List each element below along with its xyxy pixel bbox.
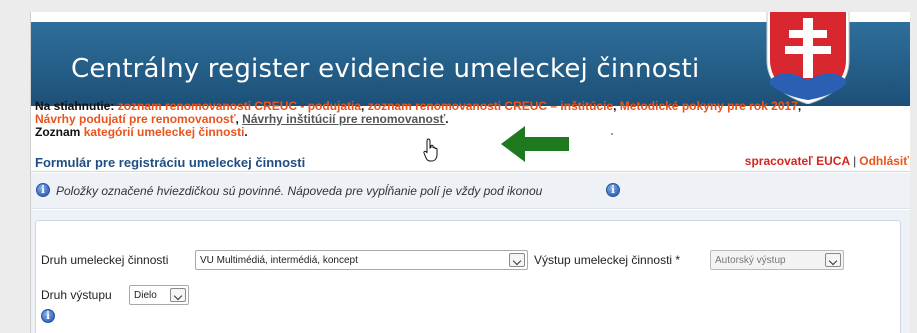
vystup-cinnosti-value: Autorský výstup <box>715 255 786 266</box>
link-navrhy-podujati[interactable]: Návrhy podujatí pre renomovanosť <box>35 112 235 126</box>
downloads-prefix: Na stiahnutie: <box>35 99 115 113</box>
druh-cinnosti-label: Druh umeleckej činnosti <box>41 253 169 267</box>
link-kategorie[interactable]: kategórií umeleckej činnosti <box>84 125 245 139</box>
page: Centrálny register evidencie umeleckej č… <box>30 12 910 333</box>
link-renomovanost-institucie[interactable]: zoznam renomovanosti CREUC – inštitúcie <box>368 99 613 113</box>
downloads-separator: , <box>361 99 365 113</box>
list-end: . <box>244 125 248 139</box>
druh-cinnosti-select[interactable]: VU Multimédiá, intermédiá, koncept <box>195 250 528 270</box>
decorative-dot <box>611 133 613 135</box>
druh-vystupu-label: Druh výstupu <box>41 288 112 302</box>
vystup-cinnosti-select[interactable]: Autorský výstup <box>710 250 844 270</box>
druh-cinnosti-value: VU Multimédiá, intermédiá, koncept <box>200 255 358 266</box>
downloads-separator: , <box>235 112 239 126</box>
info-icon[interactable]: i <box>606 183 620 197</box>
druh-vystupu-value: Dielo <box>134 290 157 301</box>
downloads-separator: , <box>613 99 617 113</box>
downloads-separator: , <box>797 99 802 113</box>
user-links: spracovateľ EUCA | Odhlásiť <box>745 154 909 168</box>
form-title: Formulár pre registráciu umeleckej činno… <box>35 155 306 170</box>
info-icon[interactable]: i <box>41 309 55 323</box>
info-text: Položky označené hviezdičkou sú povinné.… <box>56 184 543 198</box>
downloads-block: Na stiahnutie: zoznam renomovanosti CREU… <box>35 100 910 139</box>
info-icon[interactable]: i <box>36 183 50 197</box>
form-fieldset: Druh umeleckej činnosti VU Multimédiá, i… <box>35 220 901 333</box>
chevron-down-icon[interactable] <box>170 288 186 302</box>
page-title: Centrálny register evidencie umeleckej č… <box>71 54 700 84</box>
slovak-coat-of-arms-icon <box>766 12 850 104</box>
form-header: Formulár pre registráciu umeleckej činno… <box>31 152 910 172</box>
list-prefix: Zoznam <box>35 125 81 139</box>
chevron-down-icon[interactable] <box>825 253 841 267</box>
user-links-separator: | <box>853 154 857 168</box>
druh-vystupu-select[interactable]: Dielo <box>129 285 189 305</box>
link-renomovanost-podujatia[interactable]: zoznam renomovanosti CREUC - podujatia <box>118 99 361 113</box>
downloads-separator: . <box>445 112 449 126</box>
vystup-cinnosti-label: Výstup umeleckej činnosti * <box>534 253 681 267</box>
chevron-down-icon[interactable] <box>509 253 525 267</box>
link-navrhy-institucii[interactable]: Návrhy inštitúcií pre renomovanosť <box>242 112 445 126</box>
logout-link[interactable]: Odhlásiť <box>859 154 909 168</box>
form-body: Druh umeleckej činnosti VU Multimédiá, i… <box>31 210 910 333</box>
info-bar: i Položky označené hviezdičkou sú povinn… <box>31 173 910 209</box>
user-label[interactable]: spracovateľ EUCA <box>745 154 850 168</box>
link-metodicke-pokyny[interactable]: Metodické pokyny pre rok 2017 <box>620 99 798 113</box>
